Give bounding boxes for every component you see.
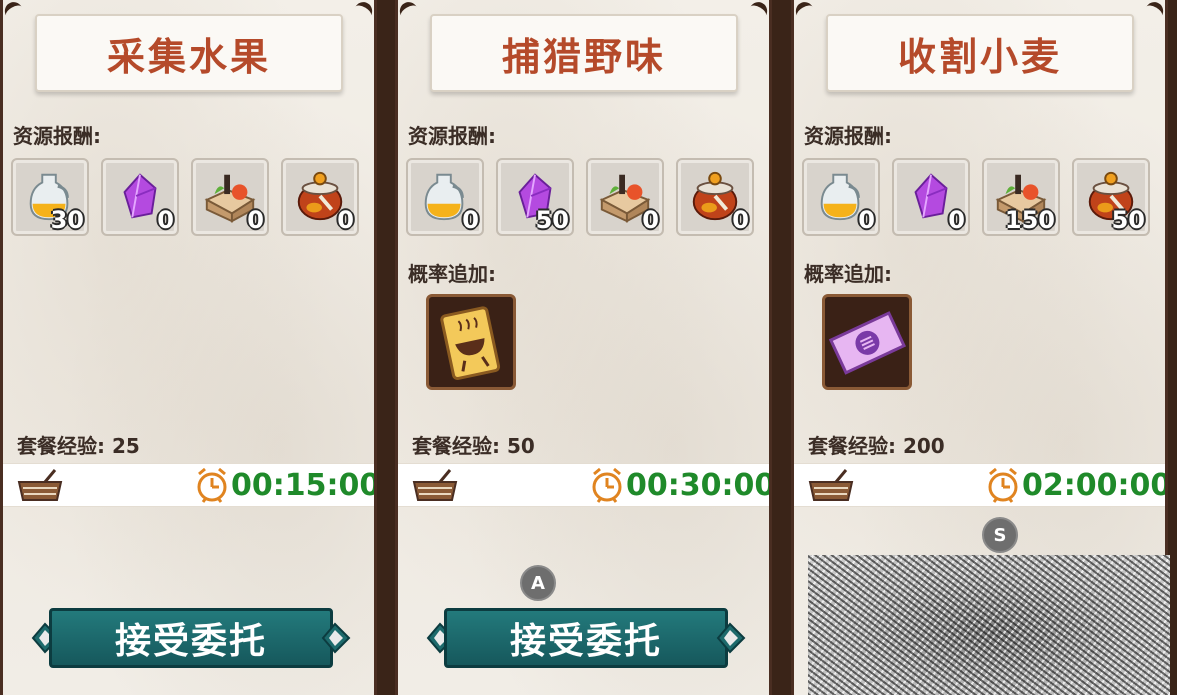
key-hint-a: A [520,565,556,601]
purple-ticket-icon [827,299,907,385]
resource-list: 30 0 0 0 [11,158,359,236]
cooking-pot-icon [15,468,65,504]
alarm-clock-icon [195,466,229,504]
key-hint-s: S [982,517,1018,553]
resource-slot: 0 [892,158,970,236]
duration-bar: 00:30:00 [398,463,769,507]
resource-list: 0 0 150 50 [802,158,1150,236]
duration-time: 02:00:00 [1022,468,1168,503]
resource-count: 50 [1111,206,1145,234]
quest-title-box: 捕猎野味 [430,14,738,92]
resource-reward-label: 资源报酬: [804,124,892,148]
quest-title: 采集水果 [106,34,271,79]
meal-exp-value: 50 [506,434,535,458]
resource-count: 0 [157,206,174,234]
resource-count: 150 [1004,206,1055,234]
quest-title: 捕猎野味 [501,34,666,79]
bonus-item[interactable] [426,294,516,390]
bonus-label: 概率追加: [804,262,892,286]
resource-list: 0 50 0 0 [406,158,754,236]
resource-slot: 150 [982,158,1060,236]
resource-slot: 30 [11,158,89,236]
resource-slot: 0 [802,158,880,236]
duration-bar: 02:00:00 [794,463,1165,507]
cooking-card-icon [431,299,511,385]
resource-slot: 0 [406,158,484,236]
meal-exp: 套餐经验: 200 [808,430,945,459]
meal-exp: 套餐经验: 25 [17,430,140,459]
resource-reward-label: 资源报酬: [13,124,101,148]
alarm-clock-icon [590,466,624,504]
cooking-pot-icon [806,468,856,504]
meal-exp-value: 200 [902,434,945,458]
resource-slot: 0 [191,158,269,236]
meal-exp-label: 套餐经验: [412,434,507,458]
quest-title: 收割小麦 [897,34,1062,79]
duration-time: 00:15:00 [231,468,377,503]
accept-commission-button[interactable]: 接受委托 [426,606,746,670]
cooking-pot-icon [410,468,460,504]
resource-count: 50 [535,206,569,234]
duration-time: 00:30:00 [626,468,772,503]
button-right-ornament-icon [716,620,746,656]
meal-exp-label: 套餐经验: [17,434,112,458]
quest-title-box: 收割小麦 [826,14,1134,92]
resource-count: 30 [50,206,84,234]
meal-exp-label: 套餐经验: [808,434,903,458]
resource-count: 0 [337,206,354,234]
accept-button-band[interactable]: 接受委托 [444,608,728,668]
resource-count: 0 [462,206,479,234]
accept-button-label: 接受委托 [509,621,662,662]
accept-button-label: 接受委托 [114,621,267,662]
resource-slot: 0 [281,158,359,236]
obscured-region [808,555,1170,695]
resource-slot: 50 [1072,158,1150,236]
resource-count: 0 [732,206,749,234]
resource-reward-label: 资源报酬: [408,124,496,148]
bonus-item[interactable] [822,294,912,390]
resource-count: 0 [858,206,875,234]
meal-exp-value: 25 [111,434,140,458]
quest-card: 采集水果 资源报酬: 30 0 0 0 套餐经验: 25 00:15:00 接受… [0,0,377,695]
meal-exp: 套餐经验: 50 [412,430,535,459]
bonus-label: 概率追加: [408,262,496,286]
quest-title-box: 采集水果 [35,14,343,92]
accept-commission-button[interactable]: 接受委托 [31,606,351,670]
resource-slot: 0 [586,158,664,236]
alarm-clock-icon [986,466,1020,504]
duration-bar: 00:15:00 [3,463,374,507]
accept-button-band[interactable]: 接受委托 [49,608,333,668]
resource-slot: 50 [496,158,574,236]
quest-card: 捕猎野味 资源报酬: 0 50 0 0 概率追加: 套餐经验: 50 00:30… [395,0,772,695]
resource-count: 0 [247,206,264,234]
resource-slot: 0 [676,158,754,236]
resource-count: 0 [642,206,659,234]
resource-count: 0 [948,206,965,234]
resource-slot: 0 [101,158,179,236]
button-right-ornament-icon [321,620,351,656]
